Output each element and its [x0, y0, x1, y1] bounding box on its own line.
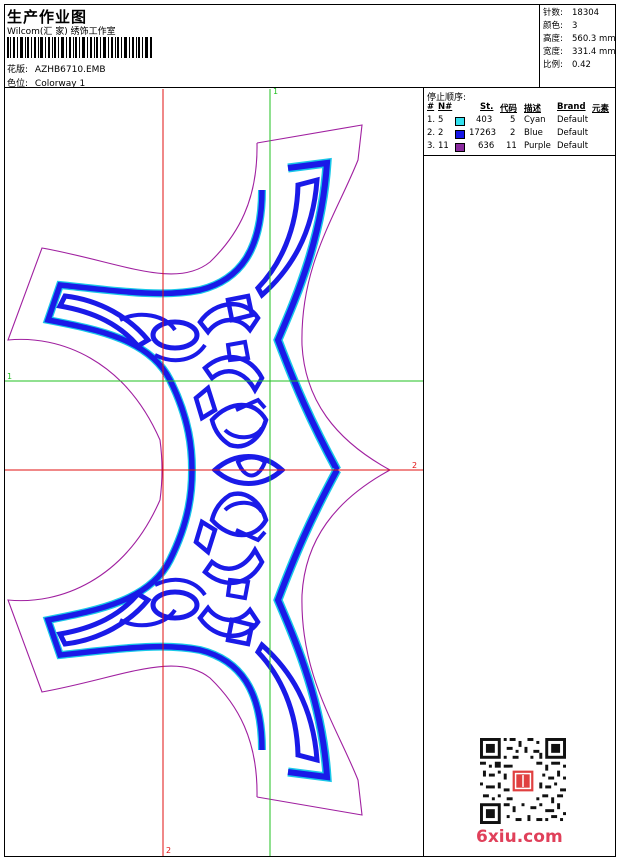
guide-label-h-red: 2	[412, 461, 418, 470]
guide-label-h-green: 1	[7, 372, 13, 381]
watermark-logo: 6xiu.com	[476, 827, 563, 847]
guide-label-v-red: 2	[166, 846, 172, 855]
embroidery-design	[0, 89, 423, 856]
guide-label-v-green: 1	[273, 87, 279, 96]
qr-code	[480, 738, 566, 824]
